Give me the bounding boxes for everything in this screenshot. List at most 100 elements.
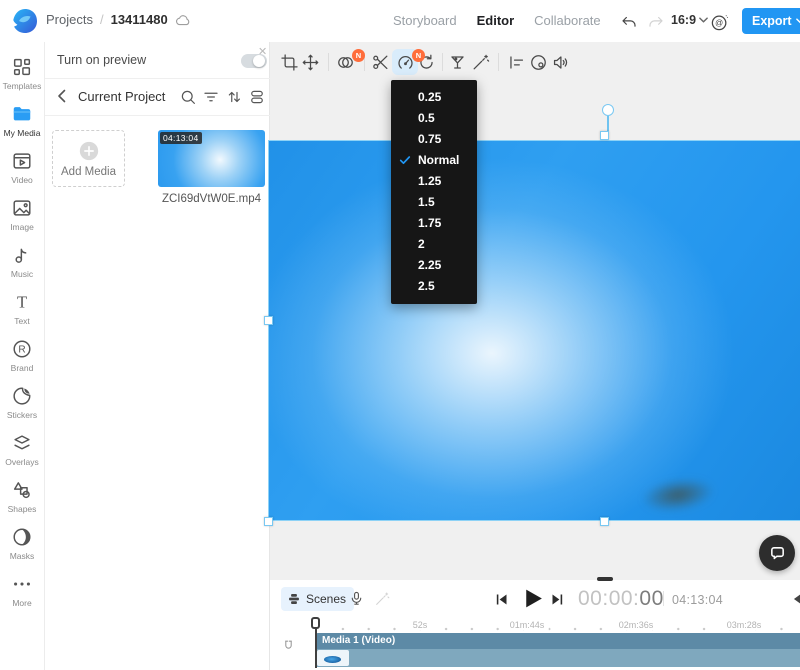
- resize-handle-left[interactable]: [264, 316, 273, 325]
- cloud-sync-icon: [175, 13, 192, 27]
- tab-editor[interactable]: Editor: [477, 13, 515, 28]
- toolbar-divider: [328, 53, 329, 71]
- magnet-icon[interactable]: [282, 639, 295, 652]
- sidebar-item-image[interactable]: Image: [0, 191, 44, 238]
- play-button[interactable]: [520, 586, 545, 611]
- previous-frame-button[interactable]: [494, 592, 509, 607]
- support-chat-button[interactable]: [759, 535, 795, 571]
- ruler-label: 03m:28s: [723, 620, 766, 630]
- svg-text:T: T: [17, 293, 27, 312]
- svg-text:@: @: [715, 18, 723, 27]
- resize-handle-top[interactable]: [600, 131, 609, 140]
- speed-option-normal[interactable]: Normal: [391, 150, 477, 171]
- back-icon[interactable]: [55, 87, 69, 105]
- track-header[interactable]: Media 1 (Video): [316, 633, 800, 649]
- microphone-icon[interactable]: [348, 590, 365, 607]
- sidebar-item-video[interactable]: Video: [0, 144, 44, 191]
- sidebar-item-music[interactable]: Music: [0, 238, 44, 285]
- music-icon: [11, 244, 33, 266]
- speed-dropdown-menu: 0.25 0.5 0.75 Normal 1.25 1.5 1.75 2 2.2…: [391, 80, 477, 304]
- scenes-icon: [287, 592, 301, 606]
- animation-tool-icon[interactable]: [504, 50, 528, 74]
- speed-option-2[interactable]: 2: [391, 234, 477, 255]
- playhead-marker[interactable]: [311, 617, 320, 629]
- ruler-label: 52s: [409, 620, 432, 630]
- stickers-icon: [11, 385, 33, 407]
- speed-option-2-25[interactable]: 2.25: [391, 255, 477, 276]
- timeline-resize-handle[interactable]: [597, 577, 613, 581]
- export-button[interactable]: Export: [742, 8, 800, 34]
- breadcrumb-separator: /: [100, 12, 104, 27]
- preview-banner-label: Turn on preview: [57, 53, 146, 67]
- playhead-line: [315, 628, 317, 668]
- total-duration: 04:13:04: [672, 593, 723, 607]
- speed-option-0-75[interactable]: 0.75: [391, 129, 477, 150]
- next-frame-button[interactable]: [550, 592, 565, 607]
- layout-view-icon[interactable]: [248, 88, 266, 106]
- speed-option-0-25[interactable]: 0.25: [391, 87, 477, 108]
- sidebar-item-shapes[interactable]: Shapes: [0, 473, 44, 520]
- video-icon: [11, 150, 33, 172]
- speed-option-0-5[interactable]: 0.5: [391, 108, 477, 129]
- resize-handle-bottom[interactable]: [600, 517, 609, 526]
- overlays-icon: [11, 432, 33, 454]
- sidebar-item-text[interactable]: T Text: [0, 285, 44, 332]
- text-icon: T: [11, 291, 33, 313]
- volume-tool-icon[interactable]: [548, 50, 572, 74]
- app-logo-icon[interactable]: [11, 7, 39, 35]
- timeline-zoom-icon[interactable]: [791, 592, 800, 606]
- breadcrumb: Projects / 13411480: [46, 12, 192, 27]
- ruler-label: 01m:44s: [506, 620, 549, 630]
- timeline-ruler[interactable]: 52s 01m:44s 02m:36s 03m:28s: [320, 619, 800, 633]
- sidebar-item-overlays[interactable]: Overlays: [0, 426, 44, 473]
- project-id: 13411480: [111, 12, 168, 27]
- trim-tool-icon[interactable]: [368, 50, 392, 74]
- speed-option-1-75[interactable]: 1.75: [391, 213, 477, 234]
- blurred-bird: [639, 474, 717, 516]
- video-canvas[interactable]: [268, 140, 800, 521]
- redo-icon[interactable]: [645, 11, 667, 33]
- current-time: 00:00:00: [578, 587, 664, 611]
- position-tool-icon[interactable]: [298, 50, 322, 74]
- new-feature-badge: N: [412, 49, 425, 62]
- rotate-handle[interactable]: [602, 104, 614, 116]
- undo-icon[interactable]: [618, 11, 640, 33]
- track-clip[interactable]: [316, 649, 800, 667]
- speed-option-1-25[interactable]: 1.25: [391, 171, 477, 192]
- sidebar-item-masks[interactable]: Masks: [0, 520, 44, 567]
- tab-storyboard[interactable]: Storyboard: [393, 13, 457, 28]
- adjust-wand-icon[interactable]: [468, 50, 492, 74]
- version-history-icon[interactable]: @: [708, 11, 730, 33]
- scenes-button[interactable]: Scenes: [281, 587, 354, 611]
- project-title: Current Project: [78, 89, 165, 104]
- toolbar-divider: [498, 53, 499, 71]
- color-tool-icon[interactable]: [526, 50, 550, 74]
- more-icon: [11, 573, 33, 595]
- top-navigation: Storyboard Editor Collaborate: [393, 13, 601, 28]
- search-icon[interactable]: [179, 88, 197, 106]
- add-plus-icon: [78, 140, 100, 162]
- media-duration-badge: 04:13:04: [160, 132, 202, 144]
- sidebar-item-stickers[interactable]: Stickers: [0, 379, 44, 426]
- close-icon[interactable]: ✕: [258, 45, 267, 58]
- tab-collaborate[interactable]: Collaborate: [534, 13, 601, 28]
- check-icon: [399, 154, 411, 166]
- sidebar-item-more[interactable]: More: [0, 567, 44, 614]
- speed-option-1-5[interactable]: 1.5: [391, 192, 477, 213]
- add-media-button[interactable]: Add Media: [52, 130, 125, 187]
- breadcrumb-projects-link[interactable]: Projects: [46, 12, 93, 27]
- filter-tool-icon[interactable]: [445, 50, 469, 74]
- filter-icon[interactable]: [202, 88, 220, 106]
- flexclip-editor-window: Projects / 13411480 Storyboard Editor Co…: [0, 0, 800, 670]
- time-divider: [663, 591, 664, 606]
- sidebar-item-templates[interactable]: Templates: [0, 50, 44, 97]
- shapes-icon: [11, 479, 33, 501]
- sidebar-item-brand[interactable]: R Brand: [0, 332, 44, 379]
- media-item-thumbnail[interactable]: 04:13:04: [158, 130, 265, 187]
- resize-handle-bottom-left[interactable]: [264, 517, 273, 526]
- sort-icon[interactable]: [225, 88, 243, 106]
- new-feature-badge: N: [352, 49, 365, 62]
- sidebar-item-my-media[interactable]: My Media: [0, 97, 44, 144]
- speed-option-2-5[interactable]: 2.5: [391, 276, 477, 297]
- aspect-ratio-select[interactable]: 16:9: [671, 13, 708, 27]
